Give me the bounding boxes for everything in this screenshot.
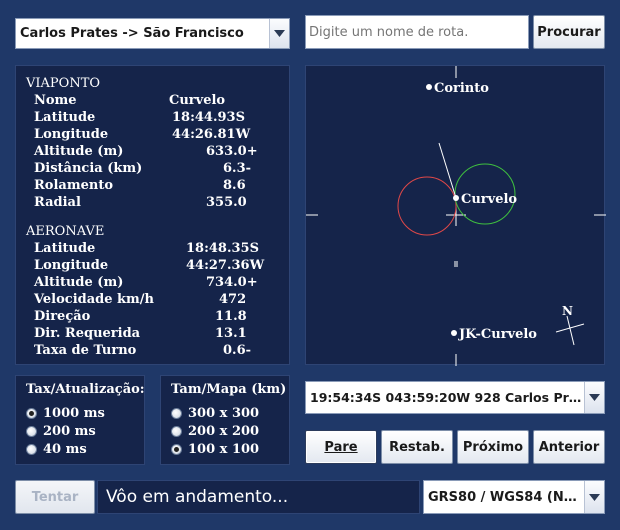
update-rate-option[interactable]: 200 ms — [26, 424, 96, 439]
aircraft-row-label: Direção — [34, 309, 91, 324]
waypoint-row-label: Distância (km) — [34, 161, 143, 176]
next-button[interactable]: Próximo — [457, 430, 529, 464]
waypoint-row-value: Curvelo — [169, 93, 226, 108]
search-button[interactable]: Procurar — [533, 15, 605, 49]
map-size-option[interactable]: 300 x 300 — [171, 406, 259, 421]
waypoint-select-value: 19:54:34S 043:59:20W 928 Carlos Pra... — [310, 390, 584, 405]
radio-button-icon[interactable] — [171, 426, 182, 437]
waypoint-row-label: Nome — [34, 93, 77, 108]
update-rate-title: Tax/Atualização: — [26, 382, 145, 397]
aircraft-row-label: Velocidade km/h — [34, 292, 154, 307]
radio-button-icon[interactable] — [171, 408, 182, 419]
radio-label: 100 x 100 — [188, 442, 260, 457]
datum-select-value: GRS80 / WGS84 (NA... — [428, 489, 584, 505]
waypoint-row-value: 355.0 — [206, 195, 247, 210]
place-label-jk-curvelo: JK-Curvelo — [458, 327, 537, 342]
update-rate-panel: Tax/Atualização: 1000 ms 200 ms 40 ms — [15, 375, 145, 465]
route-search-input[interactable] — [305, 15, 529, 49]
waypoint-row-label: Rolamento — [34, 178, 113, 193]
radio-label: 200 x 200 — [188, 424, 260, 439]
aircraft-row-label: Latitude — [34, 241, 96, 256]
aircraft-row-value: 18:48.35S — [186, 241, 259, 256]
radio-button-icon[interactable] — [26, 444, 37, 455]
map-canvas[interactable]: Corinto Curvelo JK-Curvelo N — [306, 66, 606, 366]
aircraft-row-value: 472 — [219, 292, 247, 307]
aircraft-row-value: 734.0+ — [206, 275, 258, 290]
waypoint-select[interactable]: 19:54:34S 043:59:20W 928 Carlos Pra... — [305, 381, 605, 414]
north-label: N — [562, 304, 573, 318]
waypoint-row-value: 6.3- — [223, 161, 252, 176]
waypoint-row-value: 18:44.93S — [172, 110, 245, 125]
aircraft-row-value: 0.6- — [223, 343, 252, 358]
datum-select[interactable]: GRS80 / WGS84 (NA... — [423, 480, 605, 514]
info-panel: VIAPONTO Nome Curvelo Latitude 18:44.93S Lon… — [15, 65, 290, 365]
radio-label: 300 x 300 — [188, 406, 260, 421]
compass-icon — [555, 315, 585, 346]
waypoint-row-label: Latitude — [34, 110, 96, 125]
heading-line — [438, 142, 457, 199]
retry-button[interactable]: Tentar — [15, 480, 95, 514]
map-size-panel: Tam/Mapa (km) 300 x 300 200 x 200 100 x 10… — [160, 375, 290, 465]
radio-button-icon[interactable] — [26, 408, 37, 419]
previous-button[interactable]: Anterior — [533, 430, 605, 464]
update-rate-option[interactable]: 1000 ms — [26, 406, 105, 421]
stop-button[interactable]: Pare — [305, 430, 377, 464]
aircraft-row-label: Longitude — [34, 258, 109, 273]
route-select[interactable]: Carlos Prates -> São Francisco — [15, 18, 290, 49]
map-crosshair — [306, 66, 606, 366]
aircraft-row-label: Dir. Requerida — [34, 326, 141, 341]
waypoint-row-label: Altitude (m) — [34, 144, 124, 159]
status-text: Vôo em andamento... — [106, 487, 289, 507]
radio-label: 40 ms — [43, 442, 87, 457]
place-label-curvelo: Curvelo — [461, 192, 517, 207]
radio-label: 1000 ms — [43, 406, 105, 421]
place-marker-curvelo — [453, 195, 459, 201]
status-bar: Vôo em andamento... — [97, 480, 420, 514]
map-size-title: Tam/Mapa (km) — [171, 382, 287, 397]
radio-label: 200 ms — [43, 424, 96, 439]
waypoint-row-label: Radial — [34, 195, 81, 210]
reset-button[interactable]: Restab. — [381, 430, 453, 464]
place-label-corinto: Corinto — [434, 81, 489, 96]
aircraft-header: AERONAVE — [26, 224, 105, 239]
waypoint-row-value: 8.6 — [223, 178, 246, 193]
map-size-option[interactable]: 100 x 100 — [171, 442, 259, 457]
waypoint-row-value: 44:26.81W — [172, 127, 251, 142]
aircraft-row-label: Taxa de Turno — [34, 343, 137, 358]
waypoint-header: VIAPONTO — [26, 76, 101, 91]
map-size-option[interactable]: 200 x 200 — [171, 424, 259, 439]
waypoint-row-label: Longitude — [34, 127, 109, 142]
chevron-down-icon[interactable] — [269, 19, 289, 48]
radio-button-icon[interactable] — [26, 426, 37, 437]
update-rate-option[interactable]: 40 ms — [26, 442, 87, 457]
chevron-down-icon[interactable] — [584, 481, 604, 513]
aircraft-row-label: Altitude (m) — [34, 275, 124, 290]
map-panel[interactable]: Corinto Curvelo JK-Curvelo N — [305, 65, 606, 366]
turn-circle-left — [397, 176, 457, 236]
place-marker-corinto — [426, 84, 432, 90]
aircraft-row-value: 13.1 — [215, 326, 247, 341]
route-select-value: Carlos Prates -> São Francisco — [20, 26, 244, 41]
radio-button-icon[interactable] — [171, 444, 182, 455]
place-marker-jk-curvelo — [451, 330, 457, 336]
chevron-down-icon[interactable] — [584, 382, 604, 413]
aircraft-row-value: 44:27.36W — [186, 258, 265, 273]
aircraft-row-value: 11.8 — [215, 309, 247, 324]
waypoint-row-value: 633.0+ — [206, 144, 258, 159]
